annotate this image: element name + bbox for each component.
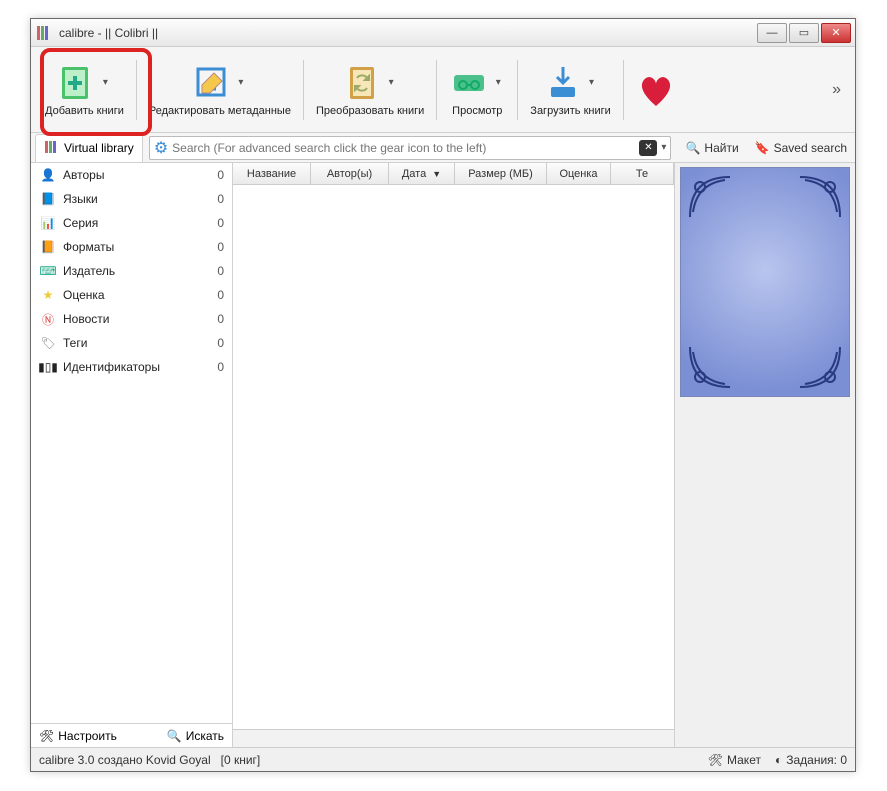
jobs-button[interactable]: ◐ Задания: 0 bbox=[775, 753, 847, 767]
separator bbox=[436, 60, 437, 120]
grid-header: Название Автор(ы) Дата▼ Размер (МБ) Оцен… bbox=[233, 163, 674, 185]
body: 👤Авторы0 📘Языки0 📊Серия0 📙Форматы0 ⌨Изда… bbox=[31, 163, 855, 747]
bookmark-icon: 🔖 bbox=[755, 141, 770, 155]
book-grid: Название Автор(ы) Дата▼ Размер (МБ) Оцен… bbox=[233, 163, 675, 747]
add-book-icon bbox=[56, 63, 96, 103]
grid-body[interactable] bbox=[233, 185, 674, 729]
virtual-library-button[interactable]: Virtual library bbox=[35, 134, 143, 162]
sidebar-footer: 🛠Настроить 🔍Искать bbox=[31, 723, 232, 747]
dropdown-icon[interactable]: ▾ bbox=[661, 142, 666, 153]
dropdown-icon[interactable]: ▾ bbox=[234, 63, 248, 103]
view-button[interactable]: ▾ Просмотр bbox=[443, 59, 511, 121]
toolbar-overflow-button[interactable]: » bbox=[832, 81, 847, 99]
tag-list: 👤Авторы0 📘Языки0 📊Серия0 📙Форматы0 ⌨Изда… bbox=[31, 163, 232, 723]
dropdown-icon[interactable]: ▾ bbox=[384, 63, 398, 103]
horizontal-scrollbar[interactable] bbox=[233, 729, 674, 747]
glasses-icon bbox=[449, 63, 489, 103]
main-area: Название Автор(ы) Дата▼ Размер (МБ) Оцен… bbox=[233, 163, 855, 747]
clear-search-button[interactable]: ✕ bbox=[639, 140, 657, 156]
app-window: calibre - || Colibri || — ▭ ✕ ▾ Добавить… bbox=[30, 18, 856, 772]
book-icon: 📙 bbox=[39, 238, 57, 256]
edit-icon bbox=[192, 63, 232, 103]
tool-label: Редактировать метаданные bbox=[149, 105, 291, 117]
tool-label: Загрузить книги bbox=[530, 105, 610, 117]
maximize-button[interactable]: ▭ bbox=[789, 23, 819, 43]
separator bbox=[517, 60, 518, 120]
dropdown-icon[interactable]: ▾ bbox=[98, 63, 112, 103]
separator bbox=[136, 60, 137, 120]
tool-label: Добавить книги bbox=[45, 105, 124, 117]
sidebar-item-series[interactable]: 📊Серия0 bbox=[31, 211, 232, 235]
separator bbox=[303, 60, 304, 120]
main-toolbar: ▾ Добавить книги ▾ Редактировать метадан… bbox=[31, 47, 855, 133]
language-icon: 📘 bbox=[39, 190, 57, 208]
barcode-icon: ▮▯▮ bbox=[39, 358, 57, 376]
search-bar: Virtual library ⚙ ✕ ▾ 🔍 Найти 🔖 Saved se… bbox=[31, 133, 855, 163]
tag-icon: 🏷 bbox=[39, 334, 57, 352]
heart-icon bbox=[636, 70, 676, 110]
configure-button[interactable]: 🛠Настроить bbox=[39, 729, 117, 743]
titlebar: calibre - || Colibri || — ▭ ✕ bbox=[31, 19, 855, 47]
sidebar-item-publisher[interactable]: ⌨Издатель0 bbox=[31, 259, 232, 283]
dropdown-icon[interactable]: ▾ bbox=[491, 63, 505, 103]
book-count: [0 книг] bbox=[221, 753, 261, 767]
typewriter-icon: ⌨ bbox=[39, 262, 57, 280]
dropdown-icon[interactable]: ▾ bbox=[585, 63, 599, 103]
minimize-button[interactable]: — bbox=[757, 23, 787, 43]
col-date[interactable]: Дата▼ bbox=[389, 163, 455, 184]
cover-placeholder bbox=[680, 167, 850, 397]
sort-desc-icon: ▼ bbox=[432, 169, 441, 179]
find-label: Найти bbox=[704, 141, 738, 155]
wrench-icon: 🛠 bbox=[39, 729, 54, 743]
sidebar-item-languages[interactable]: 📘Языки0 bbox=[31, 187, 232, 211]
cover-panel bbox=[675, 163, 855, 747]
search-field-wrap: ⚙ ✕ ▾ bbox=[149, 136, 672, 160]
saved-search-button[interactable]: 🔖 Saved search bbox=[747, 141, 855, 155]
series-icon: 📊 bbox=[39, 214, 57, 232]
sidebar-item-tags[interactable]: 🏷Теги0 bbox=[31, 331, 232, 355]
saved-label: Saved search bbox=[774, 141, 847, 155]
sidebar-item-rating[interactable]: ★Оценка0 bbox=[31, 283, 232, 307]
tool-label: Просмотр bbox=[452, 105, 502, 117]
gear-icon[interactable]: ⚙ bbox=[154, 138, 168, 158]
status-text: calibre 3.0 создано Kovid Goyal bbox=[39, 753, 211, 767]
fetch-news-button[interactable]: ▾ Загрузить книги bbox=[524, 59, 616, 121]
sidebar-item-formats[interactable]: 📙Форматы0 bbox=[31, 235, 232, 259]
app-icon bbox=[35, 24, 53, 42]
sidebar-item-news[interactable]: ⓃНовости0 bbox=[31, 307, 232, 331]
col-title[interactable]: Название bbox=[233, 163, 311, 184]
magnifier-icon: 🔍 bbox=[685, 141, 700, 155]
tool-label: Преобразовать книги bbox=[316, 105, 424, 117]
edit-metadata-button[interactable]: ▾ Редактировать метаданные bbox=[143, 59, 297, 121]
spinner-icon: ◐ bbox=[775, 753, 782, 767]
close-button[interactable]: ✕ bbox=[821, 23, 851, 43]
wrench-icon: 🛠 bbox=[708, 753, 723, 767]
star-icon: ★ bbox=[39, 286, 57, 304]
books-icon bbox=[44, 139, 60, 158]
download-icon bbox=[543, 63, 583, 103]
col-tags[interactable]: Те bbox=[611, 163, 674, 184]
news-icon: Ⓝ bbox=[39, 310, 57, 328]
donate-button[interactable] bbox=[630, 66, 682, 114]
tag-browser: 👤Авторы0 📘Языки0 📊Серия0 📙Форматы0 ⌨Изда… bbox=[31, 163, 233, 747]
col-size[interactable]: Размер (МБ) bbox=[455, 163, 547, 184]
find-button[interactable]: 🔍 Найти bbox=[677, 141, 746, 155]
magnifier-icon: 🔍 bbox=[167, 729, 182, 743]
sidebar-item-identifiers[interactable]: ▮▯▮Идентификаторы0 bbox=[31, 355, 232, 379]
separator bbox=[623, 60, 624, 120]
convert-books-button[interactable]: ▾ Преобразовать книги bbox=[310, 59, 430, 121]
layout-button[interactable]: 🛠 Макет bbox=[708, 753, 761, 767]
person-icon: 👤 bbox=[39, 166, 57, 184]
sidebar-item-authors[interactable]: 👤Авторы0 bbox=[31, 163, 232, 187]
convert-icon bbox=[342, 63, 382, 103]
vlib-label: Virtual library bbox=[64, 141, 134, 155]
window-title: calibre - || Colibri || bbox=[59, 26, 757, 40]
col-rating[interactable]: Оценка bbox=[547, 163, 611, 184]
add-books-button[interactable]: ▾ Добавить книги bbox=[39, 59, 130, 121]
col-authors[interactable]: Автор(ы) bbox=[311, 163, 389, 184]
search-button[interactable]: 🔍Искать bbox=[167, 729, 224, 743]
search-input[interactable] bbox=[172, 141, 639, 155]
status-bar: calibre 3.0 создано Kovid Goyal [0 книг]… bbox=[31, 747, 855, 771]
